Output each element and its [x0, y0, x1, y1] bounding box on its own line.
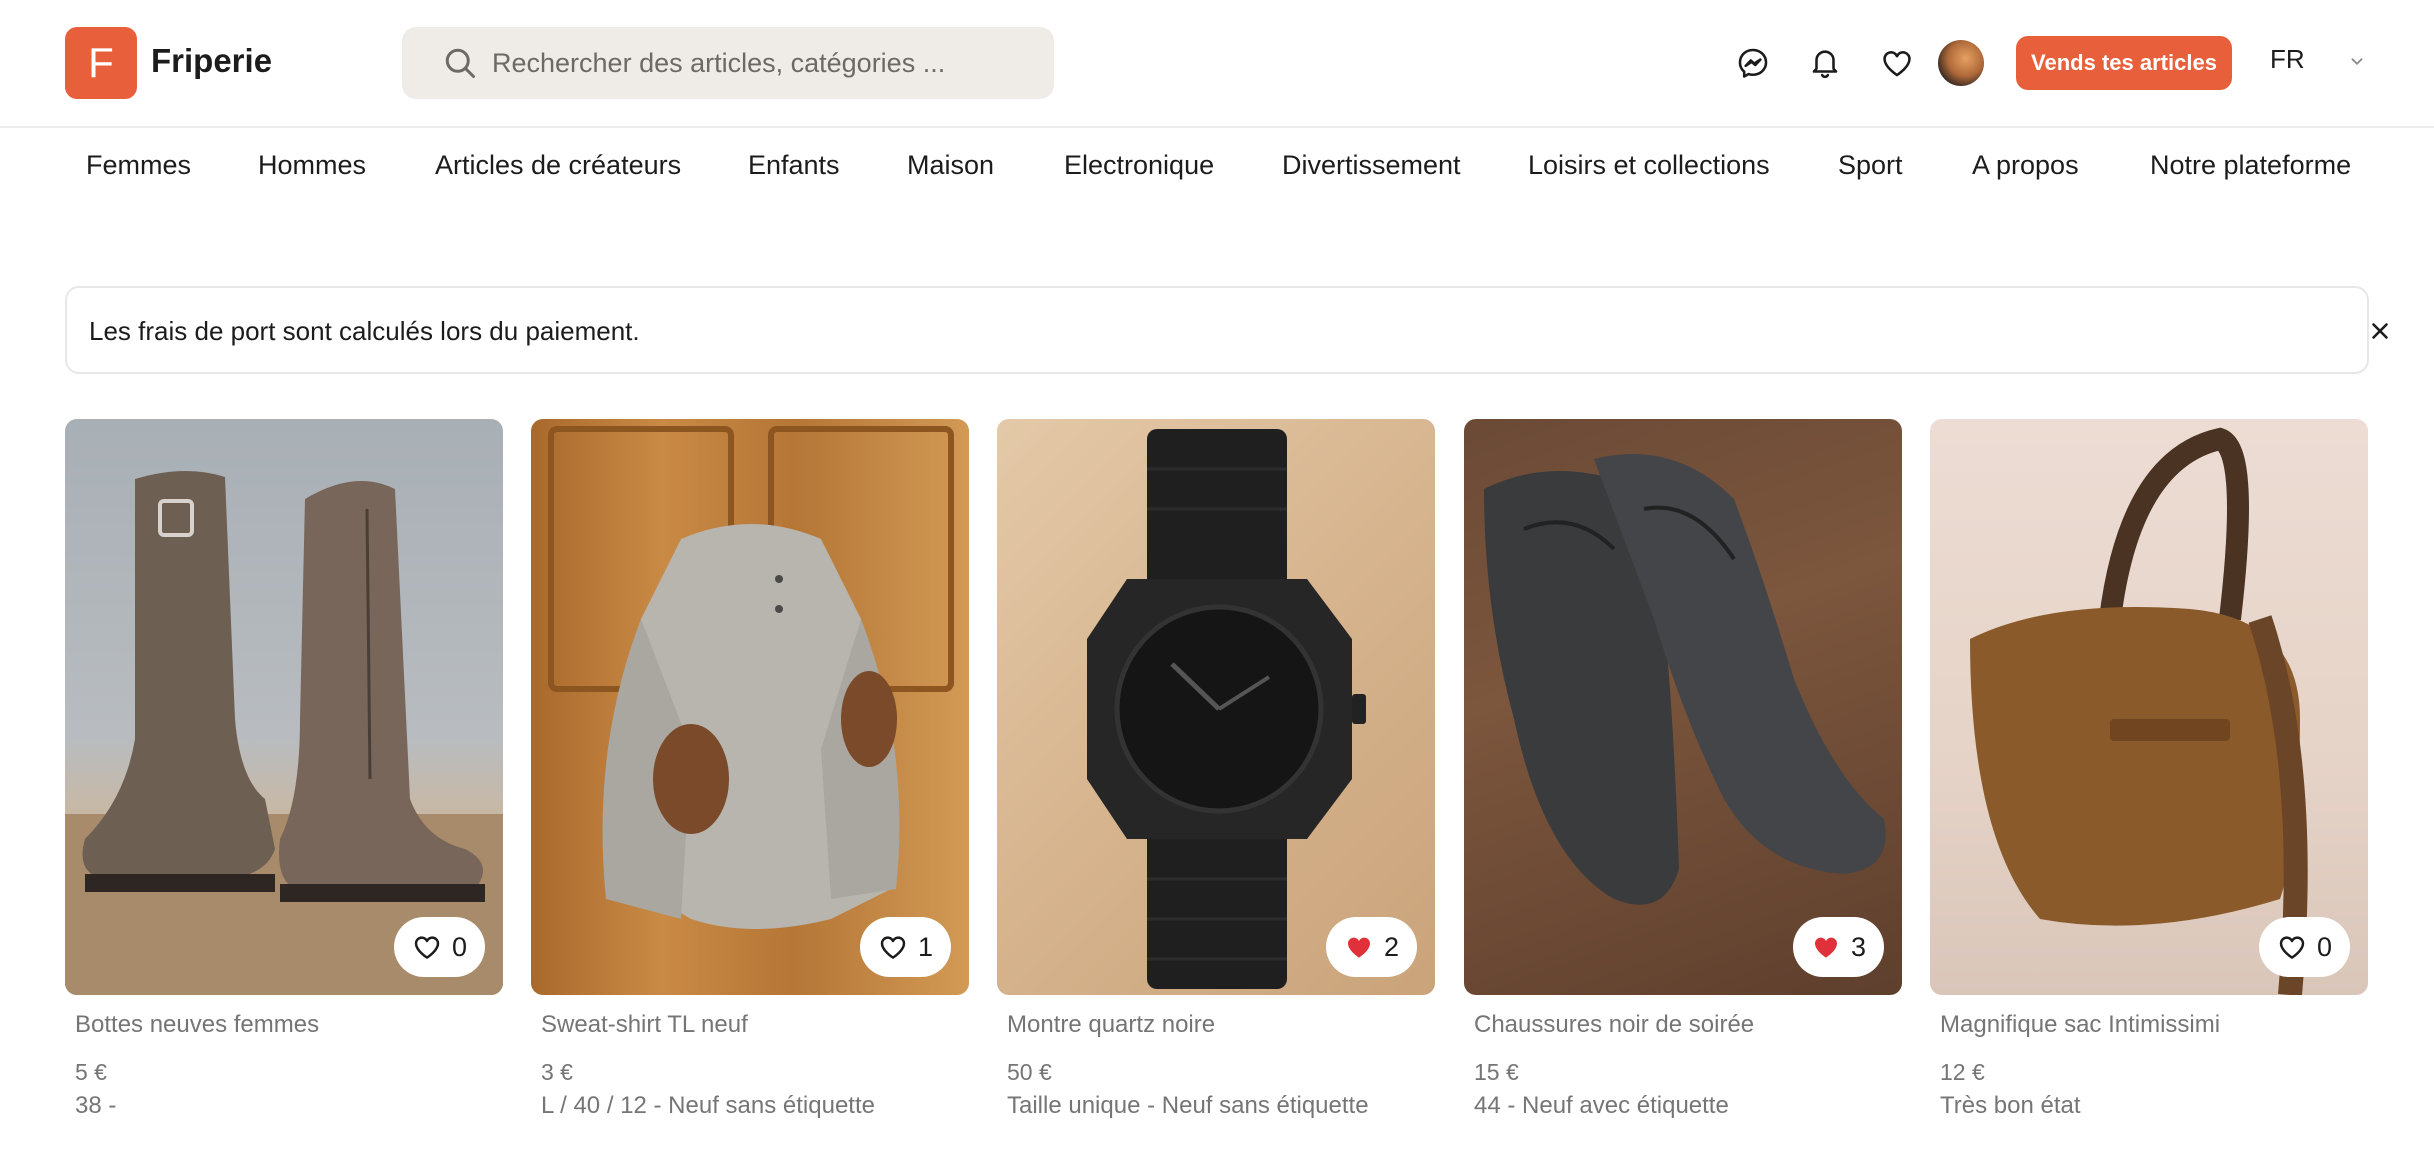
category-nav: Femmes Hommes Articles de créateurs Enfa…	[0, 130, 2434, 210]
sweatshirt-illustration	[548, 426, 954, 929]
like-button[interactable]: 0	[393, 917, 485, 977]
heart-filled-icon	[1814, 937, 1837, 958]
product-price: 5 €	[75, 1059, 107, 1085]
product-title[interactable]: Sweat-shirt TL neuf	[541, 1011, 969, 1039]
nav-item-femmes[interactable]: Femmes	[86, 150, 191, 181]
like-button[interactable]: 3	[1792, 917, 1884, 977]
product-title[interactable]: Bottes neuves femmes	[75, 1011, 503, 1039]
shoes-illustration	[1484, 454, 1886, 905]
watch-illustration	[1087, 429, 1366, 989]
chevron-down-icon[interactable]	[2346, 50, 2368, 72]
close-icon[interactable]	[2367, 318, 2393, 344]
search-input[interactable]	[492, 47, 1012, 79]
like-count: 0	[2316, 931, 2332, 962]
product-price: 50 €	[1007, 1059, 1052, 1085]
like-count: 0	[451, 931, 467, 962]
product-title[interactable]: Magnifique sac Intimissimi	[1940, 1011, 2368, 1039]
notice-text: Les frais de port sont calculés lors du …	[89, 316, 640, 346]
product-image-boots[interactable]: 0	[65, 419, 503, 995]
product-card[interactable]: 0 Bottes neuves femmes 5 € 38 -	[65, 419, 503, 1120]
heart-outline-icon	[2279, 936, 2305, 959]
nav-item-electronique[interactable]: Electronique	[1064, 150, 1214, 181]
nav-item-enfants[interactable]: Enfants	[748, 150, 840, 181]
like-button[interactable]: 1	[859, 917, 951, 977]
heart-filled-icon	[1347, 937, 1370, 958]
messenger-icon[interactable]	[1735, 45, 1771, 81]
product-title[interactable]: Chaussures noir de soirée	[1474, 1011, 1902, 1039]
like-count: 2	[1383, 931, 1399, 962]
product-card[interactable]: 3 Chaussures noir de soirée 15 € 44 - Ne…	[1464, 419, 1902, 1120]
search-bar[interactable]	[402, 27, 1054, 99]
nav-item-notre-plateforme[interactable]: Notre plateforme	[2150, 150, 2351, 181]
heart-outline-icon	[414, 936, 440, 959]
like-button[interactable]: 2	[1325, 917, 1417, 977]
product-card[interactable]: 0 Magnifique sac Intimissimi 12 € Très b…	[1930, 419, 2368, 1120]
language-selector[interactable]: FR	[2270, 44, 2305, 75]
product-price: 15 €	[1474, 1059, 1519, 1085]
product-details: Taille unique - Neuf sans étiquette	[1007, 1092, 1369, 1119]
product-details: Très bon état	[1940, 1092, 2081, 1119]
bell-icon[interactable]	[1807, 45, 1843, 81]
nav-item-maison[interactable]: Maison	[907, 150, 994, 181]
product-title[interactable]: Montre quartz noire	[1007, 1011, 1435, 1039]
search-icon	[445, 48, 475, 78]
nav-item-sport[interactable]: Sport	[1838, 150, 1903, 181]
product-details: 38 -	[75, 1092, 117, 1119]
nav-item-a-propos[interactable]: A propos	[1972, 150, 2079, 181]
bag-illustration	[1970, 427, 2308, 995]
product-card[interactable]: 2 Montre quartz noire 50 € Taille unique…	[997, 419, 1435, 1120]
like-button[interactable]: 0	[2258, 917, 2350, 977]
logo-icon[interactable]: F	[65, 27, 137, 99]
product-image-sweatshirt[interactable]: 1	[531, 419, 969, 995]
boots-illustration	[65, 470, 503, 995]
nav-item-loisirs[interactable]: Loisirs et collections	[1528, 150, 1770, 181]
brand-name[interactable]: Friperie	[151, 42, 272, 80]
like-count: 3	[1850, 931, 1866, 962]
product-image-bag[interactable]: 0	[1930, 419, 2368, 995]
product-image-shoes[interactable]: 3	[1464, 419, 1902, 995]
avatar[interactable]	[1938, 40, 1984, 86]
heart-outline-icon	[880, 936, 906, 959]
sell-items-button[interactable]: Vends tes articles	[2016, 36, 2232, 90]
product-card[interactable]: 1 Sweat-shirt TL neuf 3 € L / 40 / 12 - …	[531, 419, 969, 1120]
product-price: 12 €	[1940, 1059, 1985, 1085]
nav-item-divertissement[interactable]: Divertissement	[1282, 150, 1461, 181]
product-details: 44 - Neuf avec étiquette	[1474, 1092, 1729, 1119]
nav-item-hommes[interactable]: Hommes	[258, 150, 366, 181]
like-count: 1	[917, 931, 933, 962]
product-price: 3 €	[541, 1059, 573, 1085]
heart-icon[interactable]	[1879, 45, 1915, 81]
product-image-watch[interactable]: 2	[997, 419, 1435, 995]
nav-item-articles-createurs[interactable]: Articles de créateurs	[435, 150, 681, 181]
shipping-notice: Les frais de port sont calculés lors du …	[65, 286, 2388, 374]
top-header: F Friperie Vends tes articles FR	[0, 0, 2434, 128]
product-details: L / 40 / 12 - Neuf sans étiquette	[541, 1092, 875, 1119]
